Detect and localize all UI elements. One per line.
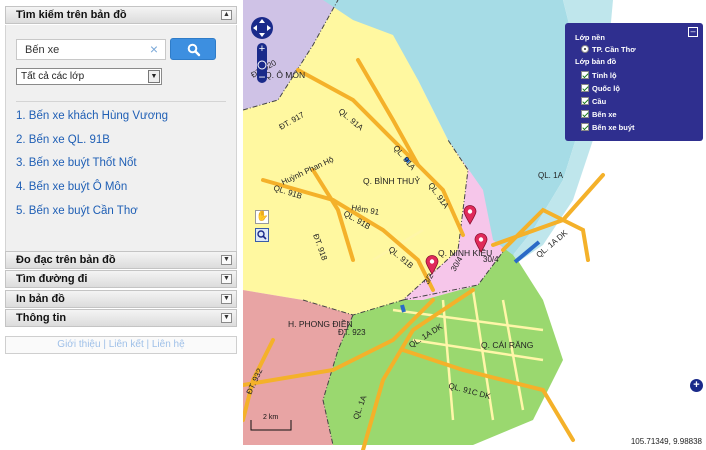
pan-hand-icon[interactable]: ✋ [255,210,269,224]
road-label: QL. 91A [337,107,366,133]
result-link[interactable]: 1. Bến xe khách Hùng Vương [16,110,168,122]
bus-station-marker[interactable] [463,205,477,225]
road-label: Huỳnh Phan Hộ [280,155,335,187]
checkbox-checked-icon[interactable] [581,123,589,131]
chevron-down-icon: ▼ [148,70,160,83]
directions-panel-header[interactable]: Tìm đường đi ▼ [5,270,237,288]
layer-toggle[interactable]: Bến xe buýt [581,123,635,132]
area-label: Q. BÌNH THUỶ [363,175,420,186]
base-layer-label: TP. Cần Thơ [592,45,636,54]
road-label: QL. 91B [272,183,303,201]
layer-label: Bến xe [592,110,617,119]
road-label: QL. 1A [538,171,564,180]
expand-toggle-icon[interactable]: ▼ [221,294,232,304]
area-label: Q. CÁI RĂNG [481,340,533,350]
road-label: QL. 91A [426,181,451,211]
road-label: ĐT. 917 [278,110,307,132]
road-label: QL. 91A [391,144,417,173]
overlay-layer-title: Lớp bản đồ [575,57,617,66]
result-link[interactable]: 2. Bến xe QL. 91B [16,134,110,146]
layer-toggle[interactable]: Bến xe [581,110,617,119]
scale-label: 2 km [263,414,279,421]
left-panel: Tìm kiếm trên bản đồ ▲ × Tất cả các lớp … [0,0,243,450]
layer-select-value: Tất cả các lớp [21,71,85,82]
measure-panel-header[interactable]: Đo đạc trên bản đồ ▼ [5,251,237,269]
road-label: QL. 1A DK [535,228,570,260]
layer-toggle[interactable]: Quốc lộ [581,84,620,93]
search-panel-body: × Tất cả các lớp ▼ 1. Bến xe khách Hùng … [5,25,237,251]
expand-toggle-icon[interactable]: ▼ [221,274,232,284]
zoom-box-icon[interactable] [255,228,269,242]
search-button[interactable] [170,38,216,60]
road-label: QL. 91C DK [447,381,492,401]
radio-selected-icon[interactable] [581,45,589,53]
result-link[interactable]: 3. Bến xe buýt Thốt Nốt [16,157,137,169]
expand-toggle-icon[interactable]: ▼ [221,313,232,323]
road-label: ĐT. 918 [311,233,329,263]
panel-title: In bản đồ [16,293,65,305]
info-panel-header[interactable]: Thông tin ▼ [5,309,237,327]
layer-toggle[interactable]: Cầu [581,97,606,106]
checkbox-checked-icon[interactable] [581,84,589,92]
base-layer-option[interactable]: TP. Cần Thơ [581,45,636,54]
layer-select[interactable]: Tất cả các lớp ▼ [16,68,162,85]
expand-toggle-icon[interactable]: ▼ [221,255,232,265]
footer-links[interactable]: Giới thiệu | Liên kết | Liên hệ [5,336,237,354]
zoom-in-icon: + [259,43,265,55]
minimize-icon[interactable]: – [688,27,698,37]
panel-title: Đo đạc trên bản đồ [16,254,116,266]
result-link[interactable]: 5. Bến xe buýt Cần Thơ [16,205,138,217]
base-layer-title: Lớp nền [575,33,605,42]
layer-label: Bến xe buýt [592,123,635,132]
expand-overview-icon[interactable]: + [690,379,703,392]
bus-station-marker[interactable] [425,255,439,275]
layer-switcher-panel: – Lớp nền TP. Cần Thơ Lớp bản đồ Tỉnh lộ… [565,23,703,141]
print-panel-header[interactable]: In bản đồ ▼ [5,290,237,308]
checkbox-checked-icon[interactable] [581,110,589,118]
panel-title: Tìm đường đi [16,273,88,285]
road-label: QL. 1A [351,394,368,421]
layer-label: Quốc lộ [592,84,620,93]
road-label: QL. 1A DK [407,322,444,350]
result-link[interactable]: 4. Bến xe buýt Ô Môn [16,181,127,193]
coordinates-readout: 105.71349, 9.98838 [628,437,704,446]
navigation-control[interactable]: + − [250,10,274,84]
search-icon [187,43,201,57]
checkbox-checked-icon[interactable] [581,71,589,79]
road-label: ĐT. 923 [338,328,366,337]
map-view[interactable]: QL. 91A QL. 91A QL. 91A QL. 1A QL. 91B Q… [243,0,706,450]
checkbox-checked-icon[interactable] [581,97,589,105]
collapse-toggle-icon[interactable]: ▲ [221,10,232,20]
layer-label: Tỉnh lộ [592,71,617,80]
area-label: H. PHONG ĐIỀN [288,319,353,329]
road-label: ĐT. 932 [245,367,265,396]
panel-title: Thông tin [16,312,67,324]
bus-station-marker[interactable] [474,233,488,253]
layer-label: Cầu [592,97,607,106]
search-panel-title: Tìm kiếm trên bản đồ [16,9,127,21]
search-input[interactable] [16,39,166,60]
clear-search-icon[interactable]: × [146,40,162,59]
search-panel-header[interactable]: Tìm kiếm trên bản đồ ▲ [5,6,237,24]
zoom-out-icon: − [258,70,265,84]
divider [16,101,226,102]
road-label: QL. 91B [387,245,415,271]
layer-toggle[interactable]: Tỉnh lộ [581,71,617,80]
